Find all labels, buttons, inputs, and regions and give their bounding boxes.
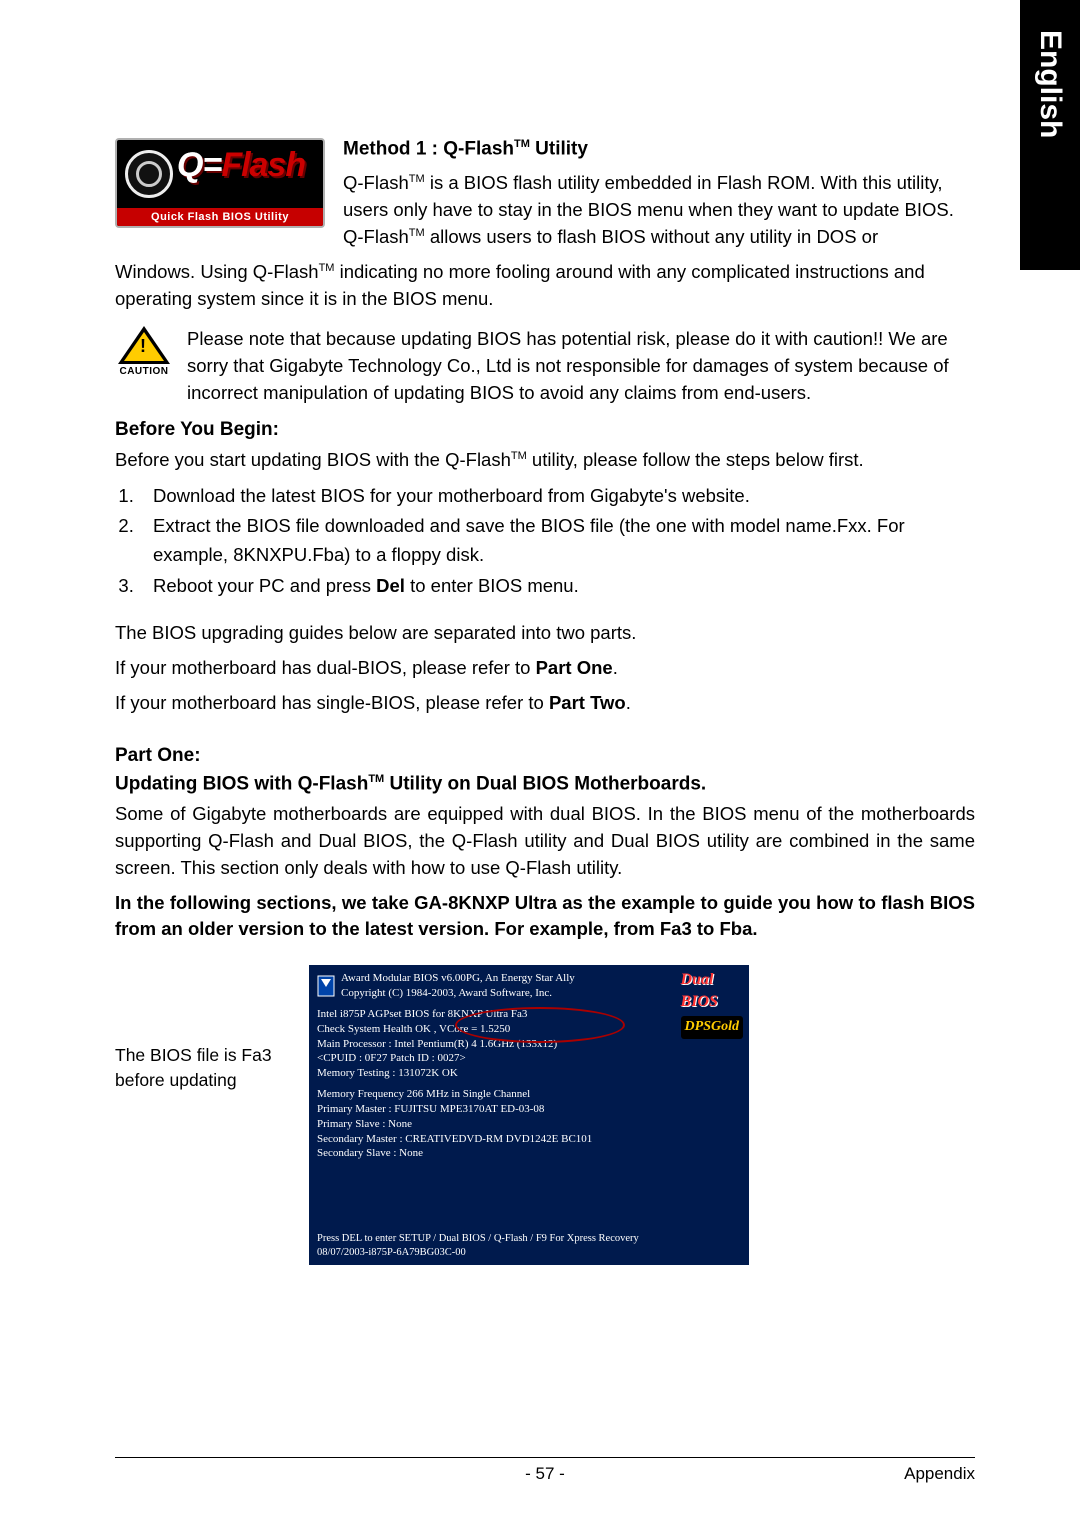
bios-l10: Secondary Slave : None — [317, 1146, 741, 1161]
qflash-logo: Q=Flash Quick Flash BIOS Utility — [115, 138, 325, 228]
bios-header: Award Modular BIOS v6.00PG, An Energy St… — [317, 971, 741, 1001]
step-1: Download the latest BIOS for your mother… — [139, 482, 975, 511]
guides-l2: If your motherboard has dual-BIOS, pleas… — [115, 655, 975, 682]
bios-screenshot: Award Modular BIOS v6.00PG, An Energy St… — [309, 965, 749, 1265]
section-label: Appendix — [904, 1464, 975, 1484]
language-tab-text: English — [1033, 30, 1067, 138]
bios-lines-2: Memory Frequency 266 MHz in Single Chann… — [317, 1087, 741, 1161]
bios-l9: Secondary Master : CREATIVEDVD-RM DVD124… — [317, 1132, 741, 1147]
method-text: Method 1 : Q-FlashTM Utility Q-FlashTM i… — [343, 138, 975, 251]
language-tab: English — [1020, 0, 1080, 270]
partone-title: Updating BIOS with Q-FlashTM Utility on … — [115, 773, 975, 795]
caution-label: CAUTION — [115, 366, 173, 377]
method-body-below: Windows. Using Q-FlashTM indicating no m… — [115, 259, 975, 313]
caution-block: ! CAUTION Please note that because updat… — [115, 326, 975, 406]
method-title: Method 1 : Q-FlashTM Utility — [343, 138, 975, 160]
qflash-wordmark: Q=Flash — [177, 146, 305, 185]
bios-badges: DualBIOS DPSGold — [681, 969, 743, 1039]
caution-text: Please note that because updating BIOS h… — [187, 326, 975, 406]
bios-l5: Memory Testing : 131072K OK — [317, 1066, 741, 1081]
bios-l6: Memory Frequency 266 MHz in Single Chann… — [317, 1087, 741, 1102]
before-intro: Before you start updating BIOS with the … — [115, 447, 975, 474]
before-heading: Before You Begin: — [115, 419, 975, 441]
caution-icon: ! CAUTION — [115, 326, 173, 406]
page-footer: - 57 - Appendix — [115, 1457, 975, 1484]
partone-heading: Part One: — [115, 745, 975, 767]
bios-l8: Primary Slave : None — [317, 1117, 741, 1132]
before-steps: Download the latest BIOS for your mother… — [139, 482, 975, 601]
step-3: Reboot your PC and press Del to enter BI… — [139, 572, 975, 601]
dual-bios-badge: DualBIOS — [681, 969, 743, 1012]
method-row: Q=Flash Quick Flash BIOS Utility Method … — [115, 138, 975, 251]
guides-l3: If your motherboard has single-BIOS, ple… — [115, 690, 975, 717]
bios-h1: Award Modular BIOS v6.00PG, An Energy St… — [341, 971, 575, 986]
step-2: Extract the BIOS file downloaded and sav… — [139, 512, 975, 569]
bios-h2: Copyright (C) 1984-2003, Award Software,… — [341, 986, 575, 1001]
guides-l1: The BIOS upgrading guides below are sepa… — [115, 620, 975, 647]
page-number: - 57 - — [525, 1464, 565, 1484]
bios-note: The BIOS file is Fa3 before updating — [115, 965, 285, 1092]
method-body-right: Q-FlashTM is a BIOS flash utility embedd… — [343, 170, 975, 250]
partone-p1: Some of Gigabyte motherboards are equipp… — [115, 801, 975, 881]
bios-l4: <CPUID : 0F27 Patch ID : 0027> — [317, 1051, 741, 1066]
bios-f1: Press DEL to enter SETUP / Dual BIOS / Q… — [317, 1232, 741, 1246]
dps-gold-badge: DPSGold — [681, 1016, 743, 1039]
bios-l7: Primary Master : FUJITSU MPE3170AT ED-03… — [317, 1102, 741, 1117]
bios-f2: 08/07/2003-i875P-6A79BG03C-00 — [317, 1246, 741, 1260]
bios-row: The BIOS file is Fa3 before updating Awa… — [115, 965, 975, 1265]
qflash-logo-bar: Quick Flash BIOS Utility — [117, 208, 323, 226]
bios-footer: Press DEL to enter SETUP / Dual BIOS / Q… — [317, 1232, 741, 1259]
qflash-clock-icon — [125, 150, 173, 198]
award-logo-icon — [317, 975, 335, 997]
bios-highlight-circle — [455, 1007, 625, 1043]
page-content: Q=Flash Quick Flash BIOS Utility Method … — [115, 138, 975, 1265]
partone-p2: In the following sections, we take GA-8K… — [115, 890, 975, 944]
